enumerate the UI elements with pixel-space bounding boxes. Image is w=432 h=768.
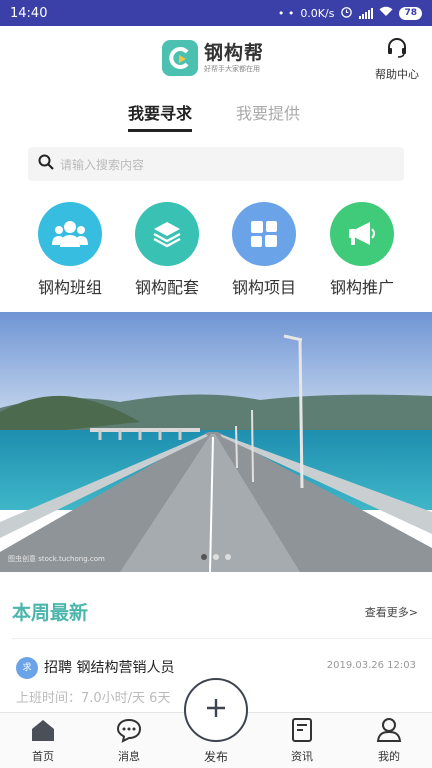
divider — [12, 638, 432, 639]
tab-bar: 我要寻求 我要提供 — [0, 96, 432, 132]
category-project[interactable]: 钢构项目 — [219, 202, 309, 298]
team-icon — [38, 202, 102, 266]
plus-icon — [205, 697, 227, 723]
app-header: 钢构帮 好帮手大家都在用 帮助中心 — [0, 26, 432, 90]
tab-seek[interactable]: 我要寻求 — [128, 100, 193, 132]
nav-messages[interactable]: 消息 — [97, 717, 161, 764]
news-icon — [289, 718, 315, 747]
status-dots: • • — [277, 6, 295, 20]
search-input[interactable]: 请输入搜索内容 — [28, 147, 404, 181]
nav-news[interactable]: 资讯 — [270, 717, 334, 764]
carousel-dot[interactable] — [213, 554, 219, 560]
carousel-dot[interactable] — [225, 554, 231, 560]
headset-icon — [385, 38, 409, 64]
megaphone-icon — [330, 202, 394, 266]
message-icon — [116, 718, 142, 747]
category-label: 钢构项目 — [231, 278, 296, 297]
nav-home[interactable]: 首页 — [11, 717, 75, 764]
network-speed: 0.0K/s — [300, 6, 335, 20]
home-icon — [30, 720, 56, 747]
category-promotion[interactable]: 钢构推广 — [317, 202, 407, 298]
category-grid: 钢构班组 钢构配套 钢构项目 钢构推广 — [0, 202, 432, 298]
banner-image — [0, 312, 432, 572]
layers-icon — [135, 202, 199, 266]
alarm-icon — [340, 5, 353, 21]
logo-icon — [162, 40, 198, 76]
status-right: • • 0.0K/s 78 — [278, 5, 422, 21]
post-detail: 上班时间：7.0小时/天 6天 — [16, 691, 171, 706]
nav-label: 消息 — [118, 750, 140, 763]
carousel-indicator — [201, 554, 231, 560]
nav-label: 我的 — [378, 750, 400, 763]
help-center-label: 帮助中心 — [375, 68, 419, 81]
post-time: 2019.03.26 12:03 — [326, 660, 416, 671]
category-label: 钢构班组 — [37, 278, 102, 297]
wifi-icon — [379, 6, 393, 20]
battery-icon: 78 — [399, 6, 422, 20]
view-more-link[interactable]: 查看更多> — [365, 604, 418, 620]
category-label: 钢构配套 — [134, 278, 199, 297]
post-type-badge: 求 — [16, 657, 38, 679]
category-team[interactable]: 钢构班组 — [25, 202, 115, 298]
nav-mine[interactable]: 我的 — [357, 717, 421, 764]
user-icon — [376, 718, 402, 747]
banner-carousel[interactable]: 图虫创意 stock.tuchong.com — [0, 312, 432, 572]
banner-credit: 图虫创意 stock.tuchong.com — [8, 555, 105, 563]
nav-label: 首页 — [32, 750, 54, 763]
search-placeholder: 请输入搜索内容 — [60, 157, 145, 172]
status-bar: 14:40 • • 0.0K/s 78 — [0, 0, 432, 26]
nav-label: 资讯 — [291, 750, 313, 763]
app-logo: 钢构帮 好帮手大家都在用 — [162, 40, 264, 76]
app-name: 钢构帮 — [204, 42, 265, 64]
help-center-button[interactable]: 帮助中心 — [372, 36, 422, 82]
category-label: 钢构推广 — [329, 278, 394, 297]
post-title: 招聘 钢结构营销人员 — [44, 660, 175, 676]
category-supporting[interactable]: 钢构配套 — [122, 202, 212, 298]
signal-icon — [359, 7, 374, 19]
app-slogan: 好帮手大家都在用 — [204, 65, 260, 73]
search-icon — [38, 154, 54, 174]
tab-provide[interactable]: 我要提供 — [236, 100, 300, 124]
publish-button[interactable] — [184, 678, 248, 742]
carousel-dot[interactable] — [201, 554, 207, 560]
publish-label: 发布 — [203, 750, 228, 764]
section-title: 本周最新 — [12, 602, 89, 624]
status-time: 14:40 — [10, 5, 48, 21]
grid-icon — [232, 202, 296, 266]
